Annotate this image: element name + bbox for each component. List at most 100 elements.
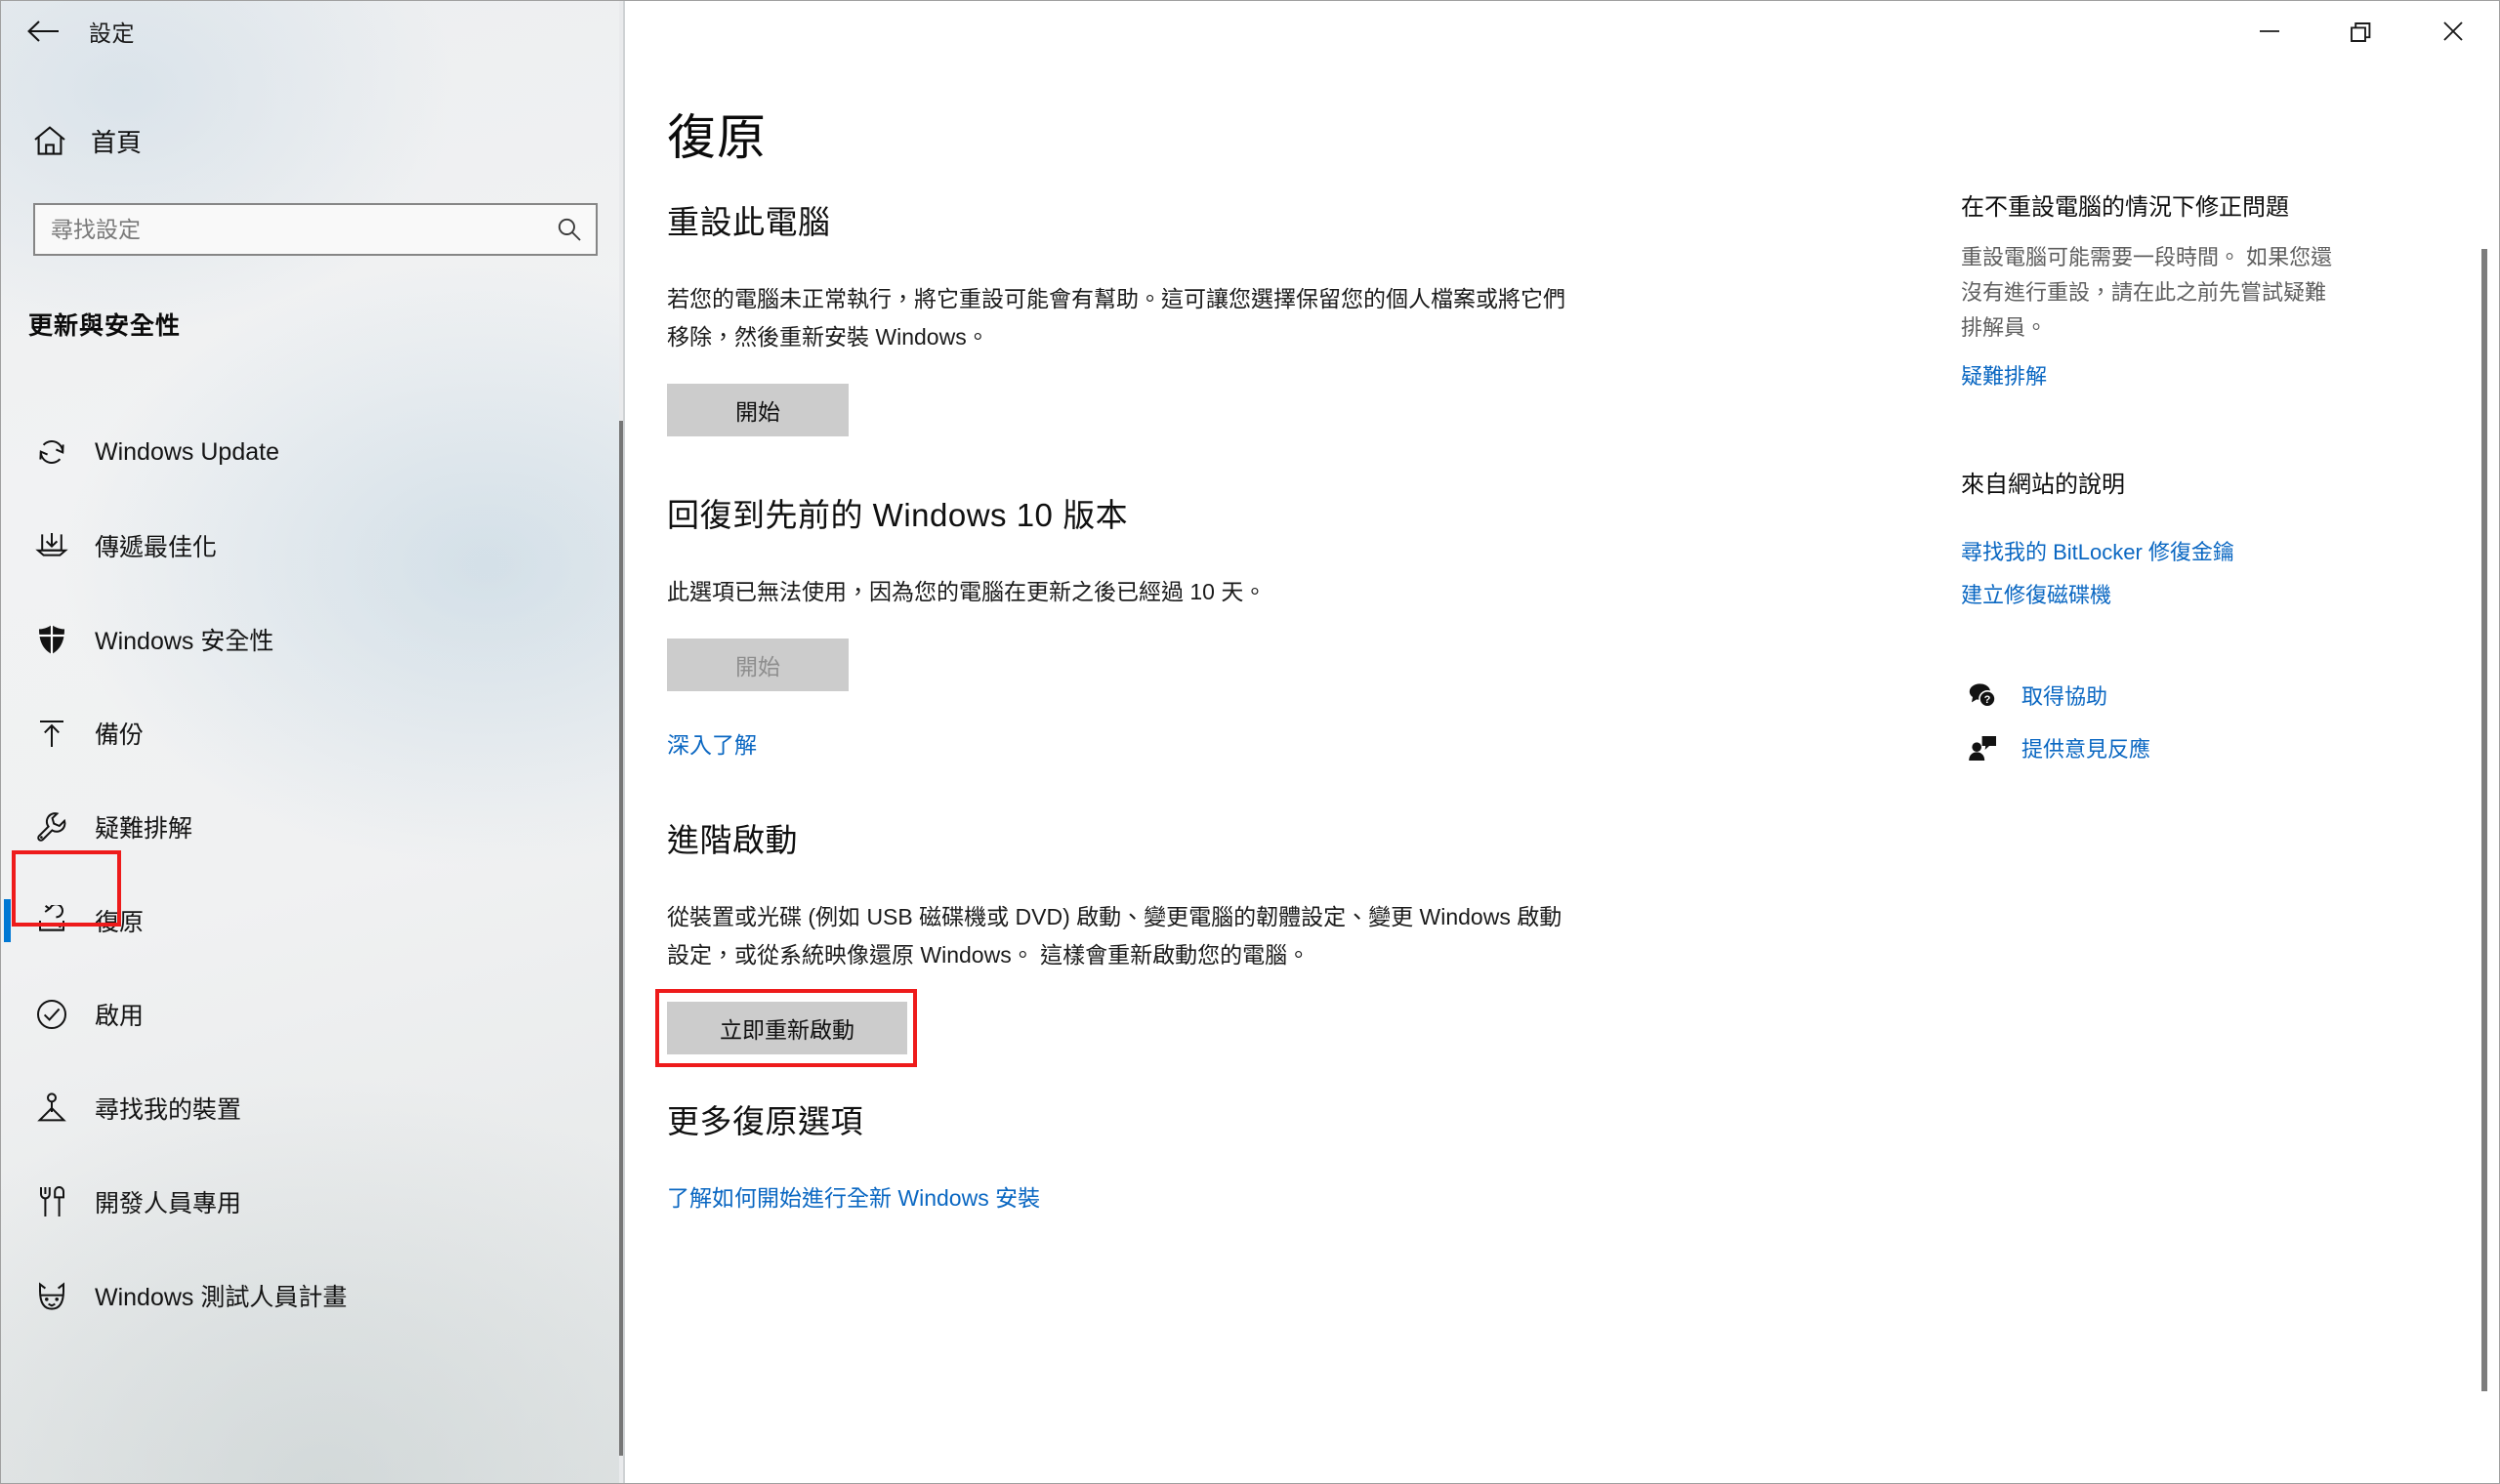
sidebar-item-find-my-device[interactable]: 尋找我的裝置 xyxy=(1,1061,606,1155)
restart-now-button[interactable]: 立即重新啟動 xyxy=(667,1002,907,1054)
info-block-support: ? 取得協助 提供意見反應 xyxy=(1961,680,2342,763)
maximize-restore-button[interactable] xyxy=(2315,1,2407,62)
selection-indicator xyxy=(4,431,11,474)
go-back-get-started-button[interactable]: 開始 xyxy=(667,639,849,691)
close-button[interactable] xyxy=(2407,1,2499,62)
recovery-sections: 重設此電腦 若您的電腦未正常執行，將它重設可能會有幫助。這可讓您選擇保留您的個人… xyxy=(655,196,1604,1213)
settings-window: 設定 首頁 更新與安全性 xyxy=(0,0,2500,1484)
content-scrollbar[interactable] xyxy=(2481,62,2493,1483)
sidebar-item-windows-insider-program[interactable]: Windows 測試人員計畫 xyxy=(1,1249,606,1342)
sidebar-item-label: 復原 xyxy=(95,909,145,936)
selection-indicator xyxy=(4,1274,11,1317)
delivery-optimization-icon xyxy=(24,530,79,561)
reset-pc-get-started-button[interactable]: 開始 xyxy=(667,384,849,436)
page-title: 復原 xyxy=(667,110,767,165)
selection-indicator xyxy=(4,899,11,942)
main-content: 復原 重設此電腦 若您的電腦未正常執行，將它重設可能會有幫助。這可讓您選擇保留您… xyxy=(626,1,2499,1483)
sidebar-item-label: 傳遞最佳化 xyxy=(95,534,218,561)
sidebar-item-windows-security[interactable]: Windows 安全性 xyxy=(1,593,606,686)
section-title: 進階啟動 xyxy=(667,822,798,858)
sidebar-nav-list: Windows Update 傳遞最佳化 Windows 安全性 備份 疑難排解… xyxy=(1,405,606,1342)
sidebar-item-label: 疑難排解 xyxy=(95,815,193,843)
help-chat-icon: ? xyxy=(1961,681,2004,709)
selection-indicator xyxy=(4,524,11,567)
content-scrollbar-thumb[interactable] xyxy=(2481,249,2487,1391)
troubleshoot-link[interactable]: 疑難排解 xyxy=(1961,359,2342,391)
section-title: 更多復原選項 xyxy=(667,1103,863,1139)
get-help-link[interactable]: ? 取得協助 xyxy=(1961,680,2342,711)
developer-tools-icon xyxy=(24,1185,79,1218)
sidebar-item-delivery-optimization[interactable]: 傳遞最佳化 xyxy=(1,499,606,593)
app-title: 設定 xyxy=(89,21,135,46)
feedback-person-icon xyxy=(1961,734,2004,762)
recovery-icon xyxy=(24,905,79,936)
sidebar: 設定 首頁 更新與安全性 xyxy=(1,1,624,1483)
sidebar-item-label: Windows 安全性 xyxy=(95,628,274,655)
section-title: 回復到先前的 Windows 10 版本 xyxy=(667,497,1129,533)
create-recovery-drive-link[interactable]: 建立修復磁碟機 xyxy=(1961,578,2342,609)
sidebar-divider xyxy=(623,1,625,1483)
sidebar-item-troubleshoot[interactable]: 疑難排解 xyxy=(1,780,606,874)
sidebar-group-header: 更新與安全性 xyxy=(28,312,182,340)
info-block-help-from-web: 來自網站的說明 尋找我的 BitLocker 修復金鑰 建立修復磁碟機 xyxy=(1961,469,2342,609)
selection-indicator xyxy=(4,993,11,1036)
sidebar-item-backup[interactable]: 備份 xyxy=(1,686,606,780)
info-panel: 在不重設電腦的情況下修正問題 重設電腦可能需要一段時間。 如果您還沒有進行重設，… xyxy=(1961,191,2342,785)
search-input[interactable] xyxy=(35,216,543,243)
shield-icon xyxy=(24,623,79,656)
find-bitlocker-key-link[interactable]: 尋找我的 BitLocker 修復金鑰 xyxy=(1961,535,2342,566)
section-body: 此選項已無法使用，因為您的電腦在更新之後已經過 10 天。 xyxy=(667,579,1267,604)
sidebar-item-activation[interactable]: 啟用 xyxy=(1,968,606,1061)
section-body: 從裝置或光碟 (例如 USB 磁碟機或 DVD) 啟動、變更電腦的韌體設定、變更… xyxy=(667,904,1562,968)
window-controls xyxy=(2224,1,2499,62)
info-block-fix-without-reset: 在不重設電腦的情況下修正問題 重設電腦可能需要一段時間。 如果您還沒有進行重設，… xyxy=(1961,191,2342,391)
sync-icon xyxy=(24,435,79,469)
insider-cat-icon xyxy=(24,1280,79,1311)
section-go-back-previous-build: 回復到先前的 Windows 10 版本 此選項已無法使用，因為您的電腦在更新之… xyxy=(667,489,1604,760)
sidebar-item-recovery[interactable]: 復原 xyxy=(1,874,606,968)
window-titlebar: 設定 xyxy=(1,1,624,62)
sidebar-home-label: 首頁 xyxy=(91,127,143,157)
section-title: 重設此電腦 xyxy=(667,204,831,240)
sidebar-item-label: 啟用 xyxy=(95,1003,145,1030)
section-advanced-startup: 進階啟動 從裝置或光碟 (例如 USB 磁碟機或 DVD) 啟動、變更電腦的韌體… xyxy=(655,814,1604,1067)
sidebar-item-windows-update[interactable]: Windows Update xyxy=(1,405,606,499)
info-block-body: 重設電腦可能需要一段時間。 如果您還沒有進行重設，請在此之前先嘗試疑難排解員。 xyxy=(1961,245,2333,340)
selection-indicator xyxy=(4,712,11,755)
section-body: 若您的電腦未正常執行，將它重設可能會有幫助。這可讓您選擇保留您的個人檔案或將它們… xyxy=(667,286,1565,350)
fresh-start-link[interactable]: 了解如何開始進行全新 Windows 安裝 xyxy=(667,1179,1040,1213)
restart-now-button-wrapper: 立即重新啟動 xyxy=(655,989,917,1067)
sidebar-item-label: Windows Update xyxy=(95,437,279,466)
back-button[interactable] xyxy=(13,8,73,55)
sidebar-item-home[interactable]: 首頁 xyxy=(1,114,587,167)
sidebar-item-label: 備份 xyxy=(95,721,145,749)
upload-arrow-icon xyxy=(24,717,79,750)
selection-indicator xyxy=(4,618,11,661)
info-panel-spacer xyxy=(1961,621,2342,680)
svg-text:?: ? xyxy=(1984,694,1991,706)
give-feedback-label: 提供意見反應 xyxy=(2021,737,2151,762)
wrench-icon xyxy=(24,810,79,844)
info-block-title: 來自網站的說明 xyxy=(1961,472,2125,498)
section-more-recovery-options: 更多復原選項 了解如何開始進行全新 Windows 安裝 xyxy=(667,1095,1604,1213)
selection-indicator xyxy=(4,805,11,848)
sidebar-item-label: 尋找我的裝置 xyxy=(95,1096,242,1124)
search-icon[interactable] xyxy=(543,205,596,254)
section-reset-this-pc: 重設此電腦 若您的電腦未正常執行，將它重設可能會有幫助。這可讓您選擇保留您的個人… xyxy=(667,196,1604,436)
info-panel-spacer xyxy=(1961,402,2342,469)
give-feedback-link[interactable]: 提供意見反應 xyxy=(1961,732,2342,763)
check-circle-icon xyxy=(24,998,79,1031)
sidebar-item-label: 開發人員專用 xyxy=(95,1190,242,1217)
minimize-button[interactable] xyxy=(2224,1,2315,62)
sidebar-item-for-developers[interactable]: 開發人員專用 xyxy=(1,1155,606,1249)
selection-indicator xyxy=(4,1180,11,1223)
selection-indicator xyxy=(4,1087,11,1130)
learn-more-link[interactable]: 深入了解 xyxy=(667,726,757,760)
search-box[interactable] xyxy=(33,203,598,256)
sidebar-item-label: Windows 測試人員計畫 xyxy=(95,1284,348,1311)
info-block-title: 在不重設電腦的情況下修正問題 xyxy=(1961,194,2289,221)
get-help-label: 取得協助 xyxy=(2021,684,2108,709)
